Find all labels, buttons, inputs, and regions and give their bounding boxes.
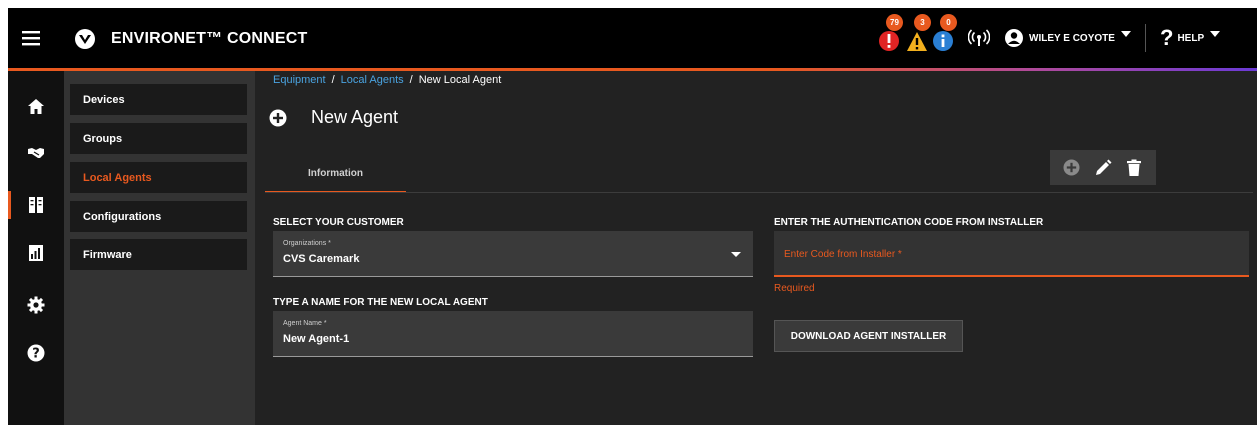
subnav-item-groups[interactable]: Groups	[70, 123, 247, 154]
auth-code-placeholder: Enter Code from Installer *	[784, 249, 902, 260]
subnav-item-devices[interactable]: Devices	[70, 84, 247, 115]
svg-text:?: ?	[32, 347, 40, 362]
agent-name-label: Agent Name *	[283, 320, 327, 327]
rail-reports[interactable]	[8, 233, 64, 273]
logo-icon	[74, 28, 96, 50]
critical-alerts-button[interactable]: 79	[878, 14, 906, 56]
handshake-icon	[28, 148, 44, 158]
user-menu[interactable]: WILEY E COYOTE	[1004, 26, 1131, 50]
info-count-badge: 0	[940, 14, 957, 31]
app-title: ENVIRONET™ CONNECT	[111, 30, 308, 47]
chevron-down-icon	[1120, 31, 1131, 37]
warning-count-badge: 3	[914, 14, 931, 31]
icon-rail: ?	[8, 71, 64, 425]
action-toolbar	[1050, 150, 1156, 185]
pencil-icon	[1095, 159, 1112, 175]
user-account-icon	[1005, 29, 1023, 47]
subnav-item-local-agents[interactable]: Local Agents	[70, 162, 247, 193]
info-alert-icon	[933, 31, 953, 51]
hamburger-menu-icon[interactable]	[22, 28, 42, 48]
chevron-down-icon	[1210, 31, 1221, 37]
add-circle-icon	[1063, 159, 1080, 176]
page-header: New Agent	[269, 107, 398, 128]
help-label: HELP	[1177, 32, 1205, 44]
delete-button[interactable]	[1123, 157, 1145, 179]
info-alerts-button[interactable]: 0	[932, 14, 960, 56]
tab-information[interactable]: Information	[265, 155, 406, 193]
equipment-icon	[29, 197, 43, 213]
breadcrumb-local-agents[interactable]: Local Agents	[341, 74, 404, 86]
help-menu[interactable]: ? HELP	[1160, 25, 1221, 50]
agent-name-section-label: TYPE A NAME FOR THE NEW LOCAL AGENT	[273, 297, 488, 308]
organization-label: Organizations *	[283, 240, 331, 247]
customer-section-label: SELECT YOUR CUSTOMER	[273, 217, 404, 228]
auth-code-field[interactable]: Enter Code from Installer *	[774, 231, 1249, 277]
help-icon: ?	[27, 344, 45, 362]
header-divider	[1145, 24, 1146, 52]
download-agent-installer-button[interactable]: DOWNLOAD AGENT INSTALLER	[774, 320, 963, 352]
rail-partners[interactable]	[8, 133, 64, 173]
sub-navigation: Devices Groups Local Agents Configuratio…	[64, 71, 255, 425]
breadcrumb-equipment[interactable]: Equipment	[273, 74, 326, 86]
breadcrumb: Equipment / Local Agents / New Local Age…	[273, 74, 501, 86]
agent-name-field[interactable]: Agent Name * New Agent-1	[273, 311, 753, 357]
network-status-icon[interactable]	[968, 28, 990, 48]
add-button[interactable]	[1061, 157, 1083, 179]
organization-select[interactable]: Organizations * CVS Caremark	[273, 231, 753, 277]
page-title: New Agent	[311, 107, 399, 127]
subnav-item-firmware[interactable]: Firmware	[70, 239, 247, 270]
reports-icon	[29, 245, 43, 261]
main-content: Equipment / Local Agents / New Local Age…	[255, 71, 1257, 425]
rail-settings[interactable]	[8, 285, 64, 325]
critical-alert-icon	[879, 31, 899, 51]
agent-name-value: New Agent-1	[283, 333, 350, 345]
rail-equipment[interactable]	[8, 185, 64, 225]
subnav-item-configurations[interactable]: Configurations	[70, 201, 247, 232]
add-circle-icon	[269, 109, 287, 126]
tabs-divider	[265, 192, 1253, 193]
auth-code-section-label: ENTER THE AUTHENTICATION CODE FROM INSTA…	[774, 217, 1044, 228]
user-name: WILEY E COYOTE	[1029, 32, 1115, 44]
question-mark-icon: ?	[1160, 25, 1174, 50]
settings-icon	[27, 296, 45, 314]
warning-alert-icon	[907, 32, 927, 51]
dropdown-arrow-icon	[731, 252, 741, 257]
home-icon	[28, 99, 44, 114]
organization-value: CVS Caremark	[283, 253, 360, 265]
warning-alerts-button[interactable]: 3	[906, 14, 934, 56]
edit-button[interactable]	[1092, 157, 1114, 179]
rail-help[interactable]: ?	[8, 333, 64, 373]
app-window: ENVIRONET™ CONNECT 79 3 0 WILEY E COYOTE…	[8, 8, 1257, 425]
rail-home[interactable]	[8, 87, 64, 127]
critical-count-badge: 79	[886, 14, 903, 31]
top-bar: ENVIRONET™ CONNECT 79 3 0 WILEY E COYOTE…	[8, 8, 1257, 68]
auth-code-error: Required	[774, 283, 815, 294]
trash-icon	[1127, 159, 1142, 176]
breadcrumb-separator: /	[409, 74, 413, 86]
breadcrumb-separator: /	[331, 74, 335, 86]
breadcrumb-current: New Local Agent	[418, 74, 502, 86]
